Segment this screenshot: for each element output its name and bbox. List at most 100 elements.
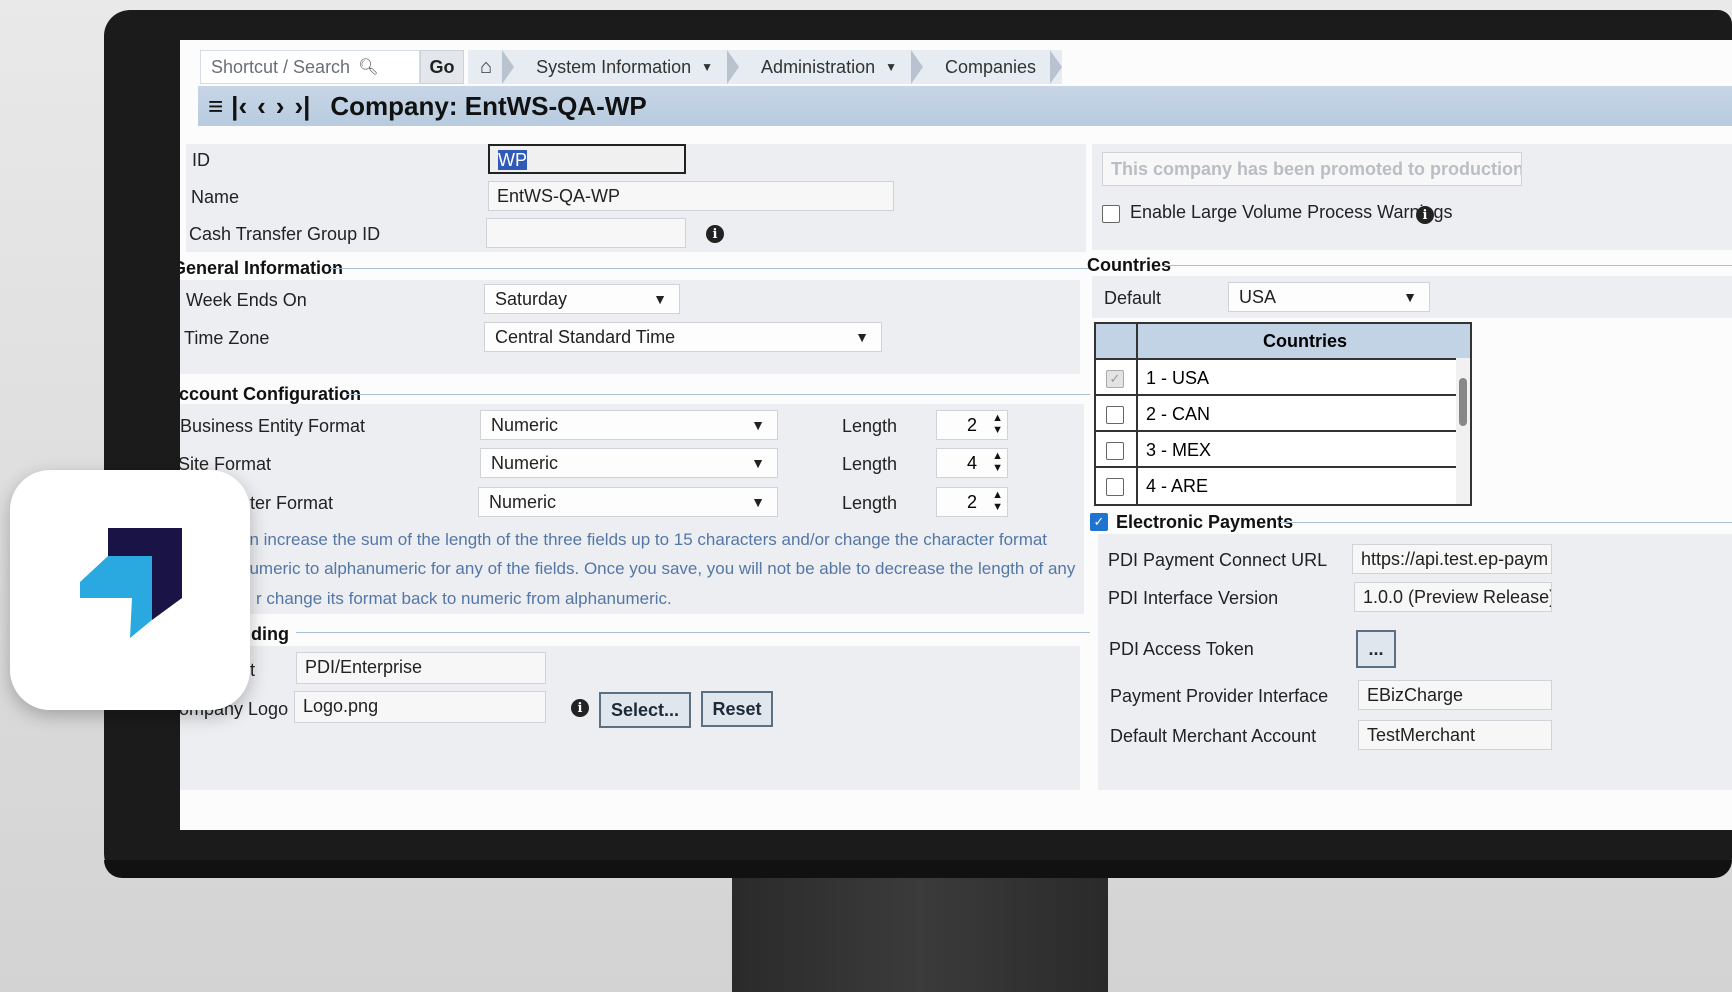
countries-grid-header: Countries xyxy=(1136,324,1470,358)
breadcrumb-system-information[interactable]: System Information ▼ xyxy=(514,50,739,84)
length-label: Length xyxy=(842,493,898,513)
cost-center-format-select[interactable]: Numeric ▼ xyxy=(478,487,778,517)
up-down-icon[interactable]: ▲ ▼ xyxy=(992,412,1003,436)
prev-icon[interactable]: ‹ xyxy=(257,91,266,122)
table-row[interactable]: 2 - CAN xyxy=(1096,394,1456,432)
default-merchant-field[interactable]: TestMerchant xyxy=(1358,720,1552,750)
search-placeholder: Shortcut / Search xyxy=(211,56,351,77)
branding-row-label: t xyxy=(250,660,256,680)
app-logo-tile xyxy=(10,470,250,710)
dropdown-caret-icon: ▼ xyxy=(751,417,765,433)
default-country-select[interactable]: USA ▼ xyxy=(1228,282,1430,312)
length-value: 2 xyxy=(966,415,977,435)
electronic-payments-heading: Electronic Payments xyxy=(1116,512,1294,532)
account-configuration-heading: Account Configuration xyxy=(180,384,361,404)
breadcrumb-label: Administration xyxy=(761,56,876,77)
home-icon[interactable]: ⌂ xyxy=(468,50,515,84)
business-entity-format-label: Business Entity Format xyxy=(180,416,366,436)
payment-connect-url-field[interactable]: https://api.test.ep-paym xyxy=(1352,544,1552,574)
country-cell: 3 - MEX xyxy=(1136,432,1456,468)
country-cell: 4 - ARE xyxy=(1136,468,1456,504)
up-down-icon[interactable]: ▲ ▼ xyxy=(992,489,1003,513)
select-logo-button[interactable]: Select... xyxy=(599,692,691,728)
id-value: WP xyxy=(498,150,527,170)
search-input[interactable]: Shortcut / Search 🔍︎ xyxy=(200,50,420,84)
promoted-notice: This company has been promoted to produc… xyxy=(1102,152,1522,186)
reset-logo-button[interactable]: Reset xyxy=(701,691,773,727)
go-button[interactable]: Go xyxy=(420,50,464,84)
dropdown-caret-icon: ▼ xyxy=(1403,289,1417,305)
length-label: Length xyxy=(842,454,898,474)
payment-provider-label: Payment Provider Interface xyxy=(1110,686,1329,706)
country-checkbox[interactable] xyxy=(1106,478,1124,496)
search-icon: 🔍︎ xyxy=(358,59,379,76)
info-icon[interactable]: i xyxy=(706,225,724,243)
length-value: 2 xyxy=(966,492,977,512)
breadcrumb-companies[interactable]: Companies xyxy=(923,50,1063,84)
name-label: Name xyxy=(191,187,240,207)
payment-provider-field[interactable]: EBizCharge xyxy=(1358,680,1552,710)
info-icon[interactable]: i xyxy=(1416,206,1434,224)
breadcrumb-label: System Information xyxy=(536,56,692,77)
length-note-line-2: numeric to alphanumeric for any of the f… xyxy=(240,559,1076,578)
next-icon[interactable]: › xyxy=(276,91,285,122)
access-token-button[interactable]: ... xyxy=(1356,630,1396,668)
format-value: Numeric xyxy=(489,492,557,512)
divider xyxy=(1280,522,1732,523)
id-field[interactable]: WP xyxy=(488,144,686,174)
table-row[interactable]: ✓ 1 - USA xyxy=(1096,358,1456,396)
chevron-down-icon: ▼ xyxy=(701,60,714,74)
countries-heading: Countries xyxy=(1087,255,1172,275)
site-format-select[interactable]: Numeric ▼ xyxy=(480,448,778,478)
site-length-stepper[interactable]: 4 ▲ ▼ xyxy=(936,448,1008,478)
app-screen: Shortcut / Search 🔍︎ Go ⌂ System Informa… xyxy=(180,40,1732,830)
breadcrumb-administration[interactable]: Administration ▼ xyxy=(739,50,923,84)
access-token-label: PDI Access Token xyxy=(1109,639,1254,659)
electronic-payments-checkbox[interactable]: ✓ xyxy=(1090,513,1108,531)
scrollbar-thumb[interactable] xyxy=(1459,378,1467,426)
list-icon[interactable]: ≡ xyxy=(208,91,223,122)
cost-center-length-stepper[interactable]: 2 ▲ ▼ xyxy=(936,487,1008,517)
countries-grid: Countries ✓ 1 - USA 2 - CAN 3 - MEX 4 - … xyxy=(1094,322,1472,506)
cash-transfer-field[interactable] xyxy=(486,218,686,248)
top-bar: Shortcut / Search 🔍︎ Go ⌂ System Informa… xyxy=(198,48,1732,86)
grid-scrollbar[interactable] xyxy=(1456,358,1470,504)
time-zone-label: Time Zone xyxy=(184,328,270,348)
large-volume-checkbox[interactable] xyxy=(1102,205,1120,223)
company-logo-field[interactable]: Logo.png xyxy=(294,691,546,723)
info-icon[interactable]: i xyxy=(571,699,589,717)
dropdown-caret-icon: ▼ xyxy=(653,291,667,307)
business-entity-length-stepper[interactable]: 2 ▲ ▼ xyxy=(936,410,1008,440)
time-zone-select[interactable]: Central Standard Time ▼ xyxy=(484,322,882,352)
last-icon[interactable]: ›| xyxy=(294,91,310,122)
country-checkbox[interactable] xyxy=(1106,442,1124,460)
divider xyxy=(346,394,1090,395)
cash-transfer-label: Cash Transfer Group ID xyxy=(189,224,381,244)
breadcrumb: ⌂ System Information ▼ Administration ▼ Co… xyxy=(468,50,1063,84)
first-icon[interactable]: |‹ xyxy=(231,91,247,122)
large-volume-label: Enable Large Volume Process Warnings xyxy=(1130,202,1453,222)
divider xyxy=(1164,265,1732,266)
week-ends-select[interactable]: Saturday ▼ xyxy=(484,284,680,314)
name-field[interactable]: EntWS-QA-WP xyxy=(488,181,894,211)
format-value: Numeric xyxy=(491,453,559,473)
divider xyxy=(330,268,1090,269)
grid-corner xyxy=(1096,324,1136,358)
length-note-line-3: r change its format back to numeric from… xyxy=(256,589,672,608)
monitor-chin xyxy=(104,860,1732,878)
length-label: Length xyxy=(842,416,898,436)
divider xyxy=(296,632,1090,633)
breadcrumb-label: Companies xyxy=(944,56,1037,77)
monitor-stand xyxy=(732,870,1108,992)
interface-version-label: PDI Interface Version xyxy=(1108,588,1279,608)
id-label: ID xyxy=(192,150,210,170)
table-row[interactable]: 4 - ARE xyxy=(1096,466,1456,504)
payment-connect-url-label: PDI Payment Connect URL xyxy=(1108,550,1328,570)
country-checkbox[interactable] xyxy=(1106,406,1124,424)
table-row[interactable]: 3 - MEX xyxy=(1096,430,1456,468)
up-down-icon[interactable]: ▲ ▼ xyxy=(992,450,1003,474)
dropdown-caret-icon: ▼ xyxy=(751,455,765,471)
interface-version-field[interactable]: 1.0.0 (Preview Release) xyxy=(1354,582,1552,612)
business-entity-format-select[interactable]: Numeric ▼ xyxy=(480,410,778,440)
branding-value-field[interactable]: PDI/Enterprise xyxy=(296,652,546,684)
